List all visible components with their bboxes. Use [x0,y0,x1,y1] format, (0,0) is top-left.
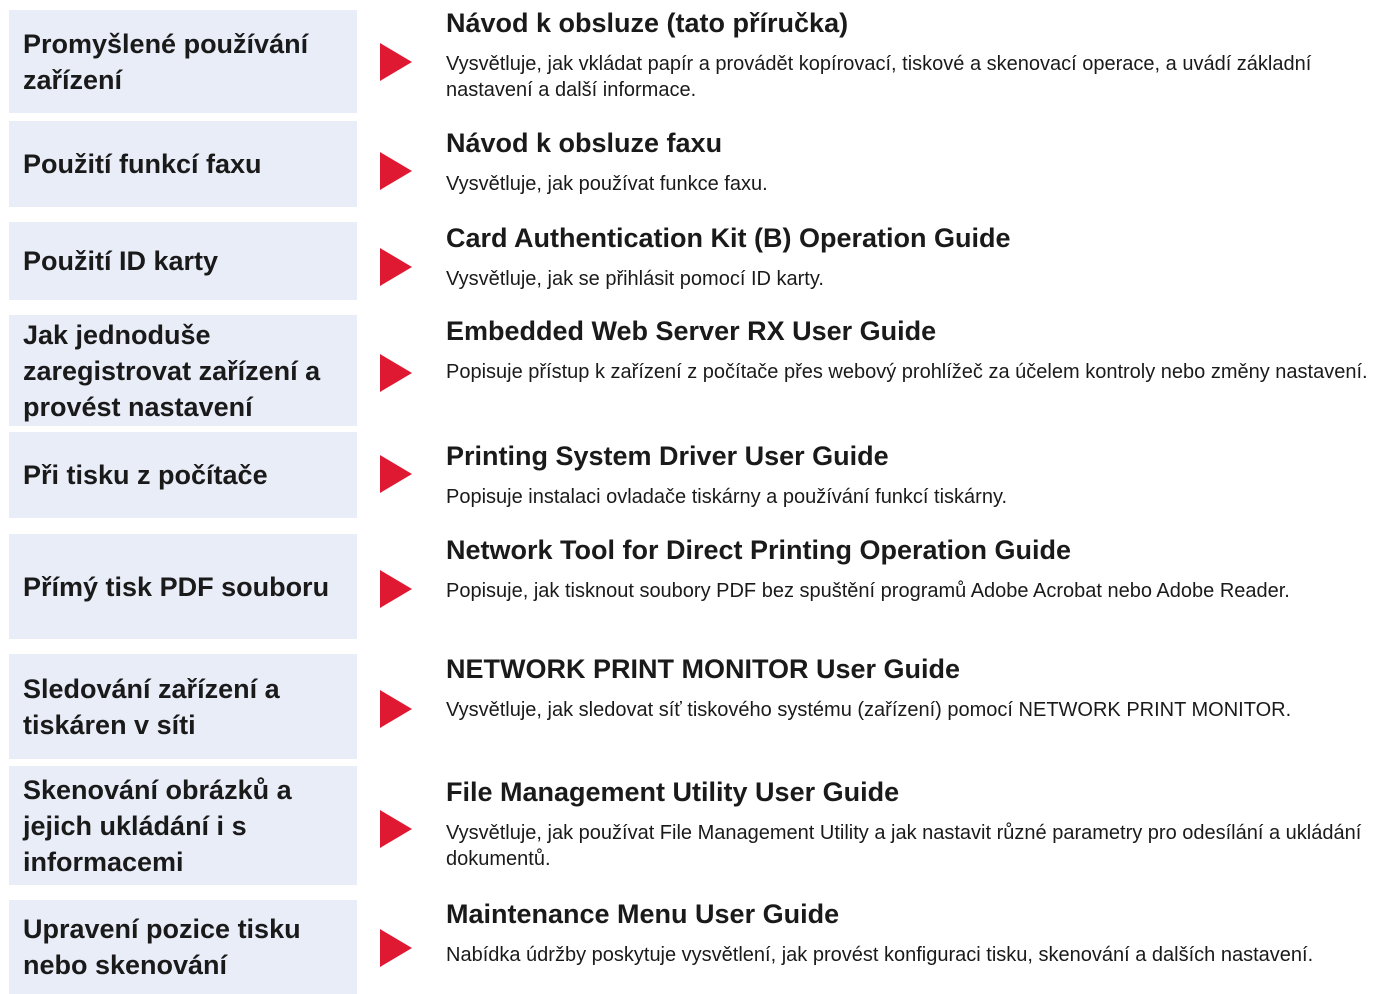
purpose-label: Sledování zařízení a tiskáren v síti [23,673,280,740]
purpose-box: Sledování zařízení a tiskáren v síti [9,654,357,759]
guide-entry: Návod k obsluze faxu Vysvětluje, jak pou… [446,127,1386,197]
guide-title: Network Tool for Direct Printing Operati… [446,535,1072,565]
purpose-box: Přímý tisk PDF souboru [9,534,357,639]
purpose-label: Upravení pozice tisku nebo skenování [23,914,301,980]
purpose-label: Použití ID karty [23,246,219,276]
purpose-box: Jak jednoduše zaregistrovat zařízení a p… [9,315,357,426]
guide-entry: File Management Utility User Guide Vysvě… [446,776,1386,872]
guide-entry: Card Authentication Kit (B) Operation Gu… [446,222,1386,292]
guide-title: Návod k obsluze (tato příručka) [446,8,849,38]
guide-title: Card Authentication Kit (B) Operation Gu… [446,223,1011,253]
guide-description: Popisuje instalaci ovladače tiskárny a p… [446,486,1008,508]
guide-title: Maintenance Menu User Guide [446,899,840,929]
guide-entry: NETWORK PRINT MONITOR User Guide Vysvětl… [446,653,1386,723]
guide-description: Nabídka údržby poskytuje vysvětlení, jak… [446,944,1314,966]
guide-title: Návod k obsluze faxu [446,128,723,158]
arrow-right-icon [380,570,412,608]
purpose-box: Použití ID karty [9,222,357,300]
arrow-right-icon [380,43,412,81]
guide-title: Embedded Web Server RX User Guide [446,316,937,346]
guide-entry: Embedded Web Server RX User Guide Popisu… [446,315,1386,385]
guide-entry: Printing System Driver User Guide Popisu… [446,440,1386,510]
guide-entry: Návod k obsluze (tato příručka) Vysvětlu… [446,7,1386,103]
guide-title: File Management Utility User Guide [446,777,900,807]
purpose-box: Při tisku z počítače [9,432,357,518]
arrow-right-icon [380,810,412,848]
purpose-box: Použití funkcí faxu [9,121,357,207]
guide-entry: Maintenance Menu User Guide Nabídka údrž… [446,898,1386,968]
guide-description: Popisuje, jak tisknout soubory PDF bez s… [446,580,1290,602]
purpose-label: Jak jednoduše zaregistrovat zařízení a p… [23,319,321,422]
guide-description: Popisuje přístup k zařízení z počítače p… [446,361,1368,383]
purpose-label: Promyšlené používání zařízení [23,28,309,95]
guide-title: Printing System Driver User Guide [446,441,889,471]
purpose-label: Použití funkcí faxu [23,149,262,179]
purpose-box: Skenování obrázků a jejich ukládání i s … [9,766,357,885]
purpose-label: Skenování obrázků a jejich ukládání i s … [23,774,292,877]
guide-description: Vysvětluje, jak používat funkce faxu. [446,173,768,195]
guide-description: Vysvětluje, jak se přihlásit pomocí ID k… [446,268,824,290]
guide-entry: Network Tool for Direct Printing Operati… [446,534,1386,604]
guide-description: Vysvětluje, jak sledovat síť tiskového s… [446,699,1292,721]
purpose-label: Při tisku z počítače [23,460,268,490]
arrow-right-icon [380,152,412,190]
guide-description: Vysvětluje, jak vkládat papír a provádět… [446,53,1312,101]
purpose-label: Přímý tisk PDF souboru [23,571,330,602]
arrow-right-icon [380,354,412,392]
arrow-right-icon [380,929,412,967]
purpose-box: Upravení pozice tisku nebo skenování [9,900,357,994]
arrow-right-icon [380,455,412,493]
arrow-right-icon [380,248,412,286]
purpose-box: Promyšlené používání zařízení [9,10,357,113]
arrow-right-icon [380,690,412,728]
guide-description: Vysvětluje, jak používat File Management… [446,822,1362,870]
guide-title: NETWORK PRINT MONITOR User Guide [446,654,961,684]
